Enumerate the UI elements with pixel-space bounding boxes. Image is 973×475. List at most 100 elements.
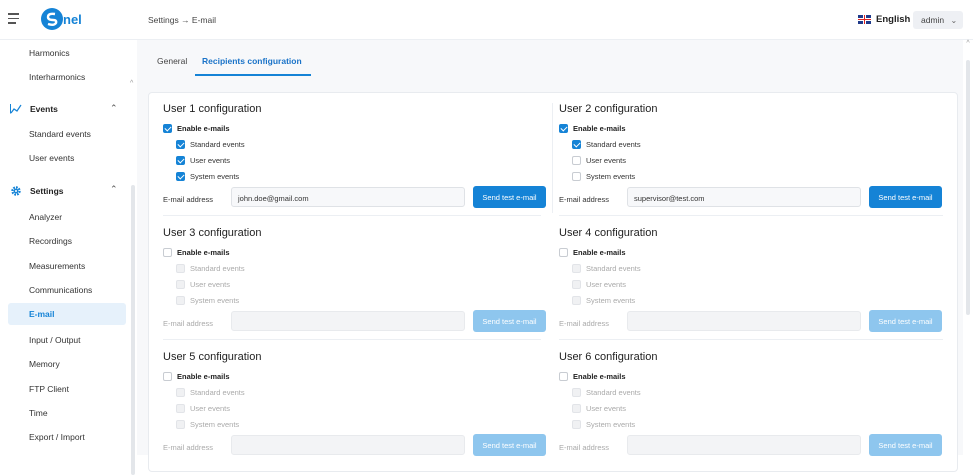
email-address-input[interactable]: john.doe@gmail.com xyxy=(231,187,465,207)
row-divider xyxy=(163,215,541,216)
send-test-email-button[interactable]: Send test e-mail xyxy=(473,434,546,456)
email-address-input[interactable]: supervisor@test.com xyxy=(627,187,861,207)
sidebar-group-settings[interactable]: Settings xyxy=(10,185,64,197)
user-name: admin xyxy=(921,15,945,25)
email-address-input[interactable] xyxy=(627,311,861,331)
enable-emails-checkbox[interactable] xyxy=(559,372,568,381)
tab-recipients-configuration[interactable]: Recipients configuration xyxy=(202,56,302,66)
standard-events-label: Standard events xyxy=(190,388,245,397)
user-events-checkbox[interactable] xyxy=(572,156,581,165)
sidebar-item-input-output[interactable]: Input / Output xyxy=(29,335,81,345)
sidebar-item-memory[interactable]: Memory xyxy=(29,359,60,369)
chart-line-icon xyxy=(10,104,22,114)
system-events-label: System events xyxy=(586,420,636,429)
main-scrollbar[interactable] xyxy=(963,40,973,455)
sidebar-item-label: E-mail xyxy=(29,309,55,319)
standard-events-checkbox[interactable] xyxy=(176,140,185,149)
sidebar-item-communications[interactable]: Communications xyxy=(29,285,92,295)
sidebar-item-measurements[interactable]: Measurements xyxy=(29,261,85,271)
sidebar-scrollbar[interactable] xyxy=(131,185,135,475)
language-label: English xyxy=(876,14,911,25)
user-config-2: User 2 configuration Enable e-mails Stan… xyxy=(559,103,944,213)
user-events-label: User events xyxy=(190,404,231,413)
tab-bar: General Recipients configuration xyxy=(147,50,957,76)
user-events-checkbox[interactable] xyxy=(176,404,185,413)
enable-emails-label: Enable e-mails xyxy=(573,124,626,133)
main-scroll-up-icon[interactable]: ^ xyxy=(963,40,973,47)
user-events-checkbox[interactable] xyxy=(176,280,185,289)
sidebar-item-recordings[interactable]: Recordings xyxy=(29,236,72,246)
sidebar-group-events[interactable]: Events xyxy=(10,104,58,114)
enable-emails-checkbox[interactable] xyxy=(163,248,172,257)
system-events-checkbox[interactable] xyxy=(572,296,581,305)
gear-icon xyxy=(11,186,21,196)
user-config-title: User 4 configuration xyxy=(559,227,658,239)
sidebar-item-ftp-client[interactable]: FTP Client xyxy=(29,384,69,394)
enable-emails-checkbox[interactable] xyxy=(559,248,568,257)
user-config-title: User 2 configuration xyxy=(559,103,658,115)
user-events-checkbox[interactable] xyxy=(572,404,581,413)
send-test-email-button[interactable]: Send test e-mail xyxy=(869,434,942,456)
enable-emails-label: Enable e-mails xyxy=(177,372,230,381)
user-config-4: User 4 configuration Enable e-mails Stan… xyxy=(559,227,944,337)
email-address-input[interactable] xyxy=(231,435,465,455)
enable-emails-label: Enable e-mails xyxy=(177,248,230,257)
standard-events-checkbox[interactable] xyxy=(176,264,185,273)
top-bar: nel Settings → E-mail English admin ⌄ xyxy=(0,0,973,40)
tab-general[interactable]: General xyxy=(157,56,187,66)
system-events-checkbox[interactable] xyxy=(572,172,581,181)
standard-events-label: Standard events xyxy=(586,388,641,397)
send-test-email-button[interactable]: Send test e-mail xyxy=(869,310,942,332)
standard-events-checkbox[interactable] xyxy=(572,264,581,273)
chevron-up-icon[interactable]: ⌃ xyxy=(110,184,118,195)
standard-events-checkbox[interactable] xyxy=(176,388,185,397)
chevron-up-icon[interactable]: ⌃ xyxy=(110,103,118,114)
sidebar-item-time[interactable]: Time xyxy=(29,408,48,418)
language-selector[interactable]: English xyxy=(858,14,910,25)
row-divider xyxy=(559,339,943,340)
enable-emails-checkbox[interactable] xyxy=(559,124,568,133)
uk-flag-icon xyxy=(858,15,871,24)
email-address-label: E-mail address xyxy=(559,319,610,328)
send-test-email-button[interactable]: Send test e-mail xyxy=(869,186,942,208)
system-events-checkbox[interactable] xyxy=(176,172,185,181)
enable-emails-label: Enable e-mails xyxy=(573,372,626,381)
user-menu[interactable]: admin ⌄ xyxy=(913,11,963,29)
user-events-label: User events xyxy=(586,404,627,413)
user-events-label: User events xyxy=(190,280,231,289)
column-divider xyxy=(552,103,553,213)
system-events-checkbox[interactable] xyxy=(176,420,185,429)
send-test-email-button[interactable]: Send test e-mail xyxy=(473,186,546,208)
system-events-checkbox[interactable] xyxy=(176,296,185,305)
sidebar-item-email[interactable]: E-mail xyxy=(8,303,126,325)
email-address-label: E-mail address xyxy=(559,443,610,452)
email-address-label: E-mail address xyxy=(163,195,214,204)
sidebar-item-export-import[interactable]: Export / Import xyxy=(29,432,85,442)
enable-emails-checkbox[interactable] xyxy=(163,372,172,381)
email-address-input[interactable] xyxy=(231,311,465,331)
sidebar-group-label: Settings xyxy=(30,186,64,196)
user-events-checkbox[interactable] xyxy=(176,156,185,165)
user-config-title: User 1 configuration xyxy=(163,103,262,115)
row-divider xyxy=(163,339,541,340)
user-events-checkbox[interactable] xyxy=(572,280,581,289)
sidebar-item-harmonics[interactable]: Harmonics xyxy=(29,48,70,58)
system-events-checkbox[interactable] xyxy=(572,420,581,429)
standard-events-checkbox[interactable] xyxy=(572,140,581,149)
enable-emails-checkbox[interactable] xyxy=(163,124,172,133)
user-config-1: User 1 configuration Enable e-mails Stan… xyxy=(163,103,548,213)
sidebar-item-analyzer[interactable]: Analyzer xyxy=(29,212,62,222)
sidebar-item-user-events[interactable]: User events xyxy=(29,153,74,163)
menu-icon[interactable] xyxy=(8,13,20,25)
scrollbar-thumb[interactable] xyxy=(966,60,970,315)
main-content: General Recipients configuration User 1 … xyxy=(137,40,964,472)
sidebar-item-interharmonics[interactable]: Interharmonics xyxy=(29,72,85,82)
sidebar-item-standard-events[interactable]: Standard events xyxy=(29,129,91,139)
sidebar-group-label: Events xyxy=(30,104,58,114)
standard-events-checkbox[interactable] xyxy=(572,388,581,397)
user-config-title: User 3 configuration xyxy=(163,227,262,239)
send-test-email-button[interactable]: Send test e-mail xyxy=(473,310,546,332)
sonel-logo: nel xyxy=(40,7,96,31)
email-address-input[interactable] xyxy=(627,435,861,455)
sidebar-scroll-up-icon[interactable]: ^ xyxy=(130,80,133,87)
